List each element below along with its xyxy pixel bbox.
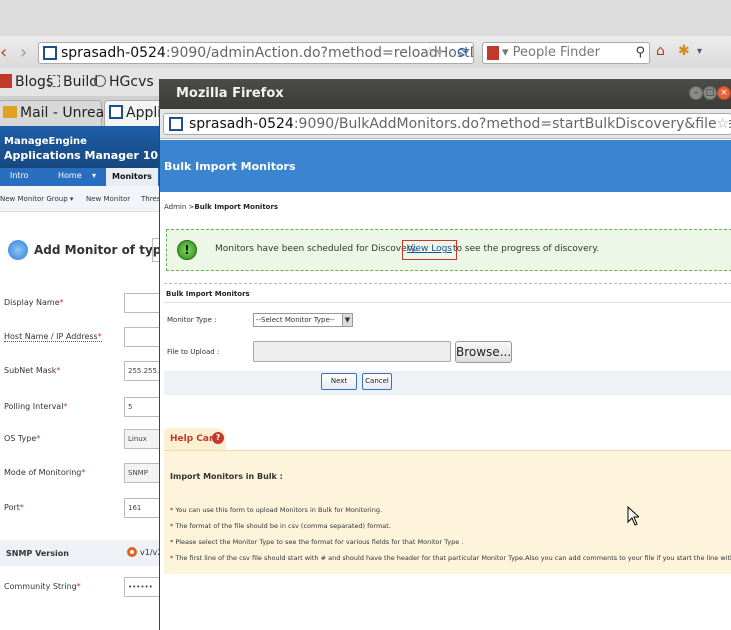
snmp-v1v2-label: v1/v2	[140, 548, 160, 557]
help-heading: Import Monitors in Bulk :	[170, 472, 283, 481]
snmp-version-label: SNMP Version	[6, 549, 69, 558]
community-string-label: Community String*	[4, 582, 81, 591]
subnet-mask-label: SubNet Mask*	[4, 366, 61, 375]
breadcrumb-admin[interactable]: Admin >	[164, 203, 194, 211]
breadcrumb: Admin >Bulk Import Monitors	[164, 203, 278, 211]
brand-logo: ManageEngine	[4, 136, 87, 147]
url-path: :9090/BulkAddMonitors.do?method=startBul…	[293, 116, 731, 132]
bookmark-build[interactable]: Build	[48, 74, 98, 90]
mode-of-monitoring-select[interactable]: SNMP	[124, 463, 160, 483]
tab-home[interactable]: Home	[58, 171, 82, 180]
os-type-select[interactable]: Linux	[124, 429, 160, 449]
search-placeholder: People Finder	[512, 45, 600, 60]
close-icon[interactable]: ×	[717, 86, 731, 100]
host-name-label: Host Name / IP Address*	[4, 332, 102, 342]
help-question-icon[interactable]: ?	[212, 432, 224, 444]
success-exclamation-icon: !	[177, 240, 197, 260]
chevron-down-icon[interactable]: ▾	[92, 171, 96, 180]
addon-icon[interactable]: ✱	[678, 43, 690, 59]
folder-icon	[48, 75, 60, 87]
search-dropdown-icon[interactable]: ▾	[502, 45, 513, 60]
breadcrumb-current: Bulk Import Monitors	[194, 203, 279, 211]
add-monitor-title: Add Monitor of type	[34, 243, 160, 257]
bookmark-blogs[interactable]: Blogs	[0, 74, 53, 90]
search-magnifier-icon[interactable]: ⚲	[635, 43, 645, 63]
polling-interval-input[interactable]: 5	[124, 397, 160, 417]
bookmark-star-icon[interactable]: ☆▾	[423, 43, 443, 63]
help-item: * Please select the Monitor Type to see …	[170, 538, 464, 546]
firefox-popup-window: Mozilla Firefox – □ × sprasadh-0524:9090…	[159, 79, 731, 630]
port-label: Port*	[4, 503, 24, 512]
alert-message-suffix: to see the progress of discovery.	[453, 244, 600, 254]
tab-monitors[interactable]: Monitors	[106, 168, 158, 186]
add-monitor-icon	[8, 240, 28, 260]
bookmark-star-icon[interactable]: ☆	[716, 114, 729, 134]
mouse-pointer-icon	[627, 506, 639, 526]
url-host: sprasadh-0524	[61, 45, 166, 61]
browse-button[interactable]: Browse...	[455, 341, 512, 363]
subnet-mask-input[interactable]: 255.255.2	[124, 361, 160, 381]
maximize-icon[interactable]: □	[703, 86, 717, 100]
bookmark-hgcvs[interactable]: HGcvs	[94, 74, 154, 90]
search-engine-icon	[487, 46, 499, 60]
polling-interval-label: Polling Interval*	[4, 402, 68, 411]
cancel-button[interactable]: Cancel	[362, 373, 392, 390]
blogs-icon	[0, 74, 12, 88]
back-arrow-icon[interactable]: ‹	[0, 42, 7, 63]
site-favicon-icon	[169, 117, 183, 131]
window-title: Mozilla Firefox	[176, 86, 284, 101]
divider	[164, 302, 731, 303]
tab-mail[interactable]: Mail - Unrea...✖	[0, 100, 132, 126]
help-item: * The first line of the csv file should …	[170, 554, 731, 562]
tab-applications-manager[interactable]: Applica	[104, 100, 177, 126]
monitor-type-label: Monitor Type :	[167, 316, 217, 324]
monitor-type-select[interactable]: --Select Monitor Type-- ▼	[253, 313, 353, 327]
os-type-label: OS Type*	[4, 434, 41, 443]
reload-icon[interactable]: ⟳	[457, 43, 469, 63]
display-name-label: Display Name*	[4, 298, 64, 307]
display-name-input[interactable]	[124, 293, 160, 313]
background-url-bar[interactable]: sprasadh-0524:9090/adminAction.do?method…	[38, 42, 474, 64]
site-favicon-icon	[109, 105, 123, 119]
product-name: Applications Manager 10	[4, 149, 159, 162]
menu-chevron-down-icon[interactable]: ▾	[697, 46, 702, 57]
alert-message: Monitors have been scheduled for Discove…	[215, 244, 418, 254]
popup-url-bar[interactable]: sprasadh-0524:9090/BulkAddMonitors.do?me…	[163, 113, 731, 135]
mail-icon	[3, 106, 17, 118]
divider	[164, 283, 731, 284]
people-finder-search-box[interactable]: ▾ People Finder ⚲	[482, 42, 650, 64]
manageengine-page: ManageEngine Applications Manager 10 Int…	[0, 126, 160, 630]
page-title: Bulk Import Monitors	[164, 160, 296, 173]
view-logs-link[interactable]: View Logs	[402, 240, 457, 260]
help-item: * The format of the file should be in cs…	[170, 522, 391, 530]
file-upload-label: File to Upload :	[167, 348, 220, 356]
port-input[interactable]: 161	[124, 498, 160, 518]
mode-of-monitoring-label: Mode of Monitoring*	[4, 468, 86, 477]
url-host: sprasadh-0524	[189, 116, 294, 132]
minimize-icon[interactable]: –	[689, 86, 703, 100]
site-favicon-icon	[43, 46, 57, 60]
host-name-input[interactable]	[124, 327, 160, 347]
new-monitor-group-menu[interactable]: New Monitor Group ▾	[0, 195, 73, 203]
monitor-type-value: --Select Monitor Type--	[256, 316, 335, 324]
form-button-row	[164, 371, 731, 395]
form-title: Bulk Import Monitors	[166, 290, 250, 298]
dropdown-arrow-icon[interactable]: ▼	[342, 314, 352, 326]
forward-arrow-icon[interactable]: ›	[20, 42, 27, 63]
help-item: * You can use this form to upload Monito…	[170, 506, 383, 514]
tab-intro[interactable]: Intro	[10, 171, 29, 180]
thresholds-link[interactable]: Thres	[141, 195, 160, 203]
file-upload-input[interactable]	[253, 341, 451, 362]
community-string-input[interactable]: ••••••	[124, 577, 160, 597]
new-monitor-link[interactable]: New Monitor	[86, 195, 130, 203]
next-button[interactable]: Next	[321, 373, 357, 390]
hg-icon	[94, 75, 106, 87]
snmp-v1v2-radio[interactable]	[127, 547, 137, 557]
home-icon[interactable]: ⌂	[656, 43, 665, 59]
